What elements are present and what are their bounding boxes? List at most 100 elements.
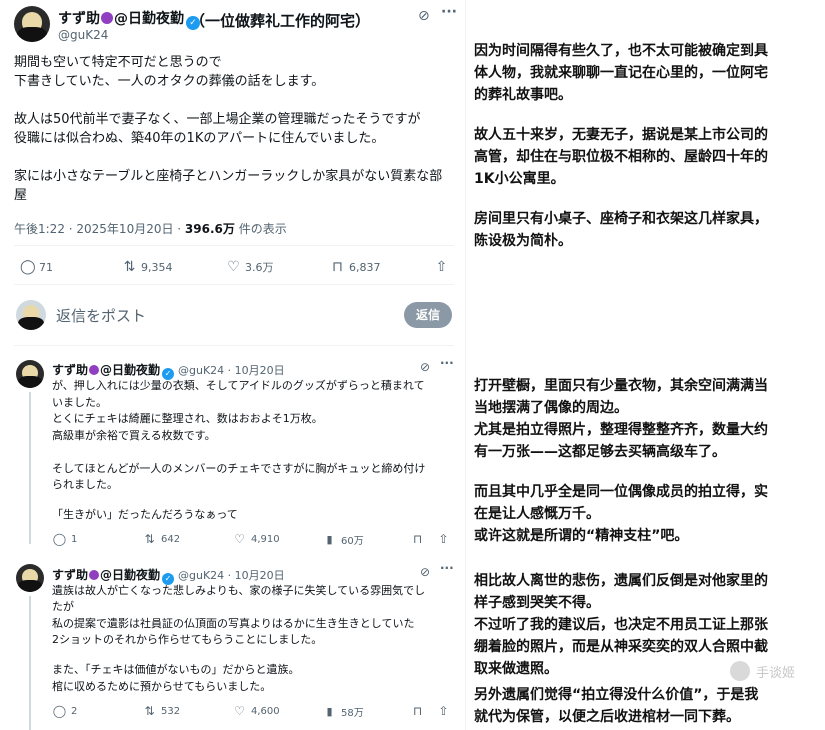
- reply-line: 遺族は故人が亡くなった悲しみよりも、家の様子に失笑している雰囲気でし: [52, 584, 426, 597]
- reply-input[interactable]: 返信をポスト: [56, 305, 146, 326]
- like-action[interactable]: ♡ 4,910: [232, 532, 280, 546]
- author-avatar[interactable]: [14, 6, 50, 42]
- reply-action[interactable]: ◯ 2: [52, 704, 78, 718]
- reply1-avatar[interactable]: [16, 360, 44, 388]
- share-icon: ⇧: [438, 532, 449, 546]
- translation-line: 或许这就是所谓的“精神支柱”吧。: [474, 528, 689, 544]
- reply-count: 71: [39, 260, 53, 274]
- like-count: 4,910: [251, 533, 280, 545]
- like-action[interactable]: ♡ 4,600: [232, 704, 280, 718]
- share-icon: ⇧: [435, 259, 448, 275]
- translation-line: 取来做遗照。: [474, 661, 558, 677]
- bookmark-action[interactable]: ⊓ 6,837: [330, 259, 381, 275]
- divider: [14, 284, 454, 285]
- share-action[interactable]: ⇧: [436, 532, 451, 546]
- reply1-display-name: すず助: [52, 363, 89, 377]
- views-count: 60万: [341, 536, 364, 547]
- more-icon[interactable]: ···: [440, 356, 454, 370]
- views-action[interactable]: ▮ 58万: [322, 704, 364, 719]
- reply-count: 2: [71, 705, 78, 717]
- tweet-line: 家には小さなテーブルと座椅子とハンガーラックしか家具がない質素な部: [14, 169, 443, 184]
- translation-line: 有一万张——这都足够去买辆高级车了。: [474, 444, 726, 460]
- reply-line: また、「チェキは価値がないもの」だからと遺族。: [52, 663, 300, 676]
- retweet-icon: ⇅: [144, 532, 155, 546]
- share-action[interactable]: ⇧: [434, 259, 449, 275]
- grok-icon[interactable]: ⊘: [420, 565, 430, 579]
- reply-button[interactable]: 返信: [404, 302, 452, 328]
- author-display-name: すず助: [58, 11, 100, 27]
- tweet-panel: すず助 @日勤夜勤 ✓ @guK24 （一位做葬礼工作的阿宅） ⊘ ··· 期間も空…: [0, 0, 466, 730]
- heart-icon: ♡: [234, 704, 245, 718]
- reply2-handle[interactable]: @guK24 · 10月20日: [178, 567, 285, 583]
- tweet-timestamp[interactable]: 午後1:22 · 2025年10月20日 ·: [14, 222, 185, 236]
- retweet-count: 642: [161, 533, 181, 545]
- more-icon[interactable]: ···: [440, 561, 454, 575]
- purple-badge-icon: [89, 365, 100, 375]
- grok-icon[interactable]: ⊘: [418, 8, 430, 24]
- retweet-action[interactable]: ⇅ 642: [142, 532, 180, 546]
- bookmark-count: 6,837: [349, 260, 381, 274]
- reply-icon: ◯: [52, 532, 67, 546]
- thread-connector: [29, 392, 31, 544]
- translation-line: 而且其中几乎全是同一位偶像成员的拍立得，实: [474, 484, 768, 500]
- more-icon[interactable]: ···: [441, 4, 457, 20]
- share-action[interactable]: ⇧: [436, 704, 451, 718]
- reply-count: 1: [71, 533, 78, 545]
- reply-line: 「生きがい」だったんだろうなぁって: [52, 508, 238, 521]
- reply1-handle[interactable]: @guK24 · 10月20日: [178, 362, 285, 378]
- reply1-name-suffix: @日勤夜勤: [100, 363, 161, 377]
- author-name-suffix: @日勤夜勤: [114, 11, 184, 27]
- reply-icon: ◯: [52, 704, 67, 718]
- thread-connector: [29, 596, 31, 730]
- author-handle[interactable]: @guK24: [58, 28, 108, 42]
- divider: [14, 345, 454, 346]
- like-count: 4,600: [251, 705, 280, 717]
- translation-line: 体人物，我就来聊聊一直记在心里的，一位阿宅: [474, 65, 768, 81]
- translation-line: 相比故人离世的悲伤，遗属们反倒是对他家里的: [474, 573, 768, 589]
- heart-icon: ♡: [234, 532, 245, 546]
- reply-action[interactable]: ◯ 71: [20, 259, 53, 275]
- reply-action[interactable]: ◯ 1: [52, 532, 78, 546]
- translation-line: 另外遗属们觉得“拍立得没什么价值”，于是我: [474, 687, 759, 703]
- view-count: 396.6万: [184, 222, 235, 236]
- views-action[interactable]: ▮ 60万: [322, 532, 364, 547]
- views-count: 58万: [341, 708, 364, 719]
- reply-line: 高級車が余裕で買える枚数です。: [52, 429, 216, 442]
- user-avatar[interactable]: [16, 300, 46, 330]
- retweet-icon: ⇅: [123, 259, 136, 275]
- bookmark-action[interactable]: ⊓: [410, 704, 425, 718]
- author-name[interactable]: すず助 @日勤夜勤 ✓: [58, 8, 200, 30]
- translation-line: 因为时间隔得有些久了，也不太可能被确定到具: [474, 43, 768, 59]
- tweet-meta: 午後1:22 · 2025年10月20日 · 396.6万 件の表示: [14, 220, 287, 237]
- translation-line: 高管，却住在与职位极不相称的、屋龄四十年的: [474, 149, 768, 165]
- reply-line: とくにチェキは綺麗に整理され、数はおおよそ1万枚。: [52, 412, 323, 425]
- tweet-line: 故人は50代前半で妻子なく、一部上場企業の管理職だったそうですが: [14, 112, 421, 127]
- translation-line: 样子感到哭笑不得。: [474, 595, 600, 611]
- tweet-line: 期間も空いて特定不可だと思うので: [14, 55, 222, 70]
- bookmark-action[interactable]: ⊓: [410, 532, 425, 546]
- view-label: 件の表示: [234, 222, 287, 236]
- heart-icon: ♡: [227, 259, 240, 275]
- reply2-display-name: すず助: [52, 568, 89, 582]
- reply-line: 私の提案で遺影は社員証の仏頂面の写真よりはるかに生き生きとしていた: [52, 617, 415, 630]
- retweet-action[interactable]: ⇅ 532: [142, 704, 180, 718]
- reply-line: たが: [52, 600, 74, 613]
- bookmark-icon: ⊓: [332, 259, 343, 275]
- like-action[interactable]: ♡ 3.6万: [226, 259, 273, 275]
- translation-line: 不过听了我的建议后，也决定不用员工证上那张: [474, 617, 768, 633]
- purple-badge-icon: [89, 570, 100, 580]
- retweet-action[interactable]: ⇅ 9,354: [122, 259, 173, 275]
- tweet-line: 役職には似合わぬ、築40年の1Kのアパートに住んでいました。: [14, 131, 385, 146]
- reply-line: いました。: [52, 396, 107, 409]
- watermark-icon: [730, 661, 750, 681]
- reply-line: そしてほとんどが一人のメンバーのチェキでさすがに胸がキュッと締め付け: [52, 462, 426, 475]
- watermark: 手谈姬: [756, 666, 796, 681]
- retweet-count: 532: [161, 705, 181, 717]
- grok-icon[interactable]: ⊘: [420, 360, 430, 374]
- translation-line: 故人五十来岁，无妻无子，据说是某上市公司的: [474, 127, 768, 143]
- tweet-line: 屋: [14, 188, 28, 203]
- translation-line: 当地摆满了偶像的周边。: [474, 400, 628, 416]
- reply2-avatar[interactable]: [16, 564, 44, 592]
- purple-badge-icon: [101, 12, 113, 24]
- translation-line: 就代为保管，以便之后收进棺材一同下葬。: [474, 709, 740, 725]
